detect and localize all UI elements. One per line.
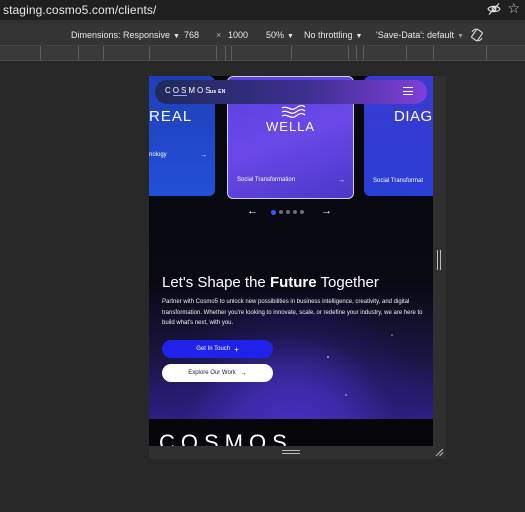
arrow-right-icon: → [200, 152, 207, 159]
caret-down-icon: ▼ [456, 33, 464, 40]
carousel-dot[interactable] [293, 210, 297, 214]
arrow-right-icon: → [338, 177, 345, 184]
resize-handle-bottom[interactable] [149, 446, 446, 459]
ruler-tick [363, 46, 364, 61]
get-in-touch-button[interactable]: Get In Touch + [162, 340, 273, 358]
eye-off-icon[interactable] [487, 2, 501, 16]
logo-underline [173, 95, 187, 96]
ruler-tick [40, 46, 41, 61]
resize-corner-icon[interactable] [434, 447, 444, 457]
plus-icon: + [234, 344, 239, 354]
button-label: Explore Our Work [188, 370, 236, 376]
address-bar[interactable]: staging.cosmo5.com/clients/ ☆ [0, 0, 525, 20]
headline-end: Together [316, 274, 379, 291]
explore-our-work-button[interactable]: Explore Our Work → [162, 364, 273, 382]
caret-down-icon: ▼ [287, 33, 294, 40]
throttling-value: No throttling [304, 30, 353, 40]
device-toolbar: Dimensions: Responsive ▼ 768 × 1000 50% ▼ … [0, 24, 525, 46]
card-brand: REAL [149, 108, 193, 125]
footer-logo-band: COSMOS [149, 419, 433, 446]
dimensions-label: Dimensions: Responsive [71, 30, 171, 40]
ruler-tick [433, 46, 434, 61]
resize-handle-right[interactable] [433, 76, 446, 446]
media-query-bar[interactable] [0, 46, 525, 61]
headline-highlight: Future [269, 274, 317, 291]
site-logo[interactable]: COSMOS [165, 86, 213, 95]
card-brand: WELLA [266, 119, 316, 134]
button-label: Get In Touch [196, 346, 231, 352]
dimensions-dropdown[interactable]: Dimensions: Responsive ▼ [71, 30, 180, 40]
carousel-prev-button[interactable]: ← [247, 205, 258, 217]
ruler-tick [486, 46, 487, 61]
hero-headline: Let's Shape the Future Together [162, 274, 379, 291]
site-navbar: COSMOS us EN [155, 80, 427, 104]
dimension-separator: × [216, 30, 222, 40]
ruler-tick [225, 46, 226, 61]
save-data-value: 'Save-Data': default [376, 30, 454, 40]
ruler-tick [231, 46, 232, 61]
ruler-tick [406, 46, 407, 61]
carousel-dot[interactable] [300, 210, 304, 214]
grip-icon [437, 250, 441, 270]
hero-description: Partner with Cosmo5 to unlock new possib… [162, 299, 423, 326]
language-selector[interactable]: us EN [210, 89, 226, 95]
arrow-right-icon: → [239, 369, 247, 377]
sparkle-decoration [327, 356, 329, 358]
ruler-tick [291, 46, 292, 61]
sparkle-decoration [345, 394, 347, 396]
ruler-tick [216, 46, 217, 61]
grip-icon [282, 450, 300, 454]
carousel-dot[interactable] [279, 210, 283, 214]
ruler-tick [103, 46, 104, 61]
card-label: Social Transformation [237, 177, 296, 183]
star-icon[interactable]: ☆ [507, 0, 520, 17]
throttling-dropdown[interactable]: No throttling ▼ [304, 30, 362, 40]
carousel-dot-active[interactable] [271, 209, 276, 215]
caret-down-icon: ▼ [355, 33, 363, 40]
hamburger-menu-icon[interactable] [403, 87, 413, 95]
ruler-tick [149, 46, 150, 61]
url-text[interactable]: staging.cosmo5.com/clients/ [3, 3, 156, 17]
height-input[interactable]: 1000 [228, 30, 248, 40]
card-brand: DIAG [394, 108, 433, 125]
footer-logo: COSMOS [159, 430, 293, 447]
ruler-tick [348, 46, 349, 61]
ruler-tick [78, 46, 79, 61]
headline-start: Let's Shape the [162, 274, 270, 291]
carousel-controls: ← → [247, 205, 337, 218]
ruler-tick [356, 46, 357, 61]
zoom-dropdown[interactable]: 50% ▼ [266, 30, 294, 40]
caret-down-icon: ▼ [173, 33, 180, 40]
save-data-dropdown[interactable]: 'Save-Data': default ▼ [376, 30, 464, 40]
sparkle-decoration [391, 334, 393, 336]
zoom-value: 50% [266, 30, 285, 40]
rotate-icon[interactable] [470, 28, 484, 42]
width-input[interactable]: 768 [184, 30, 199, 40]
carousel-dot[interactable] [286, 210, 290, 214]
carousel-next-button[interactable]: → [321, 205, 332, 217]
card-label: nology [149, 152, 167, 158]
wella-wave-icon [281, 104, 306, 118]
card-label: Social Transformat [373, 178, 424, 184]
device-viewport: REAL nology → WELLA Social Transformatio… [149, 76, 433, 446]
